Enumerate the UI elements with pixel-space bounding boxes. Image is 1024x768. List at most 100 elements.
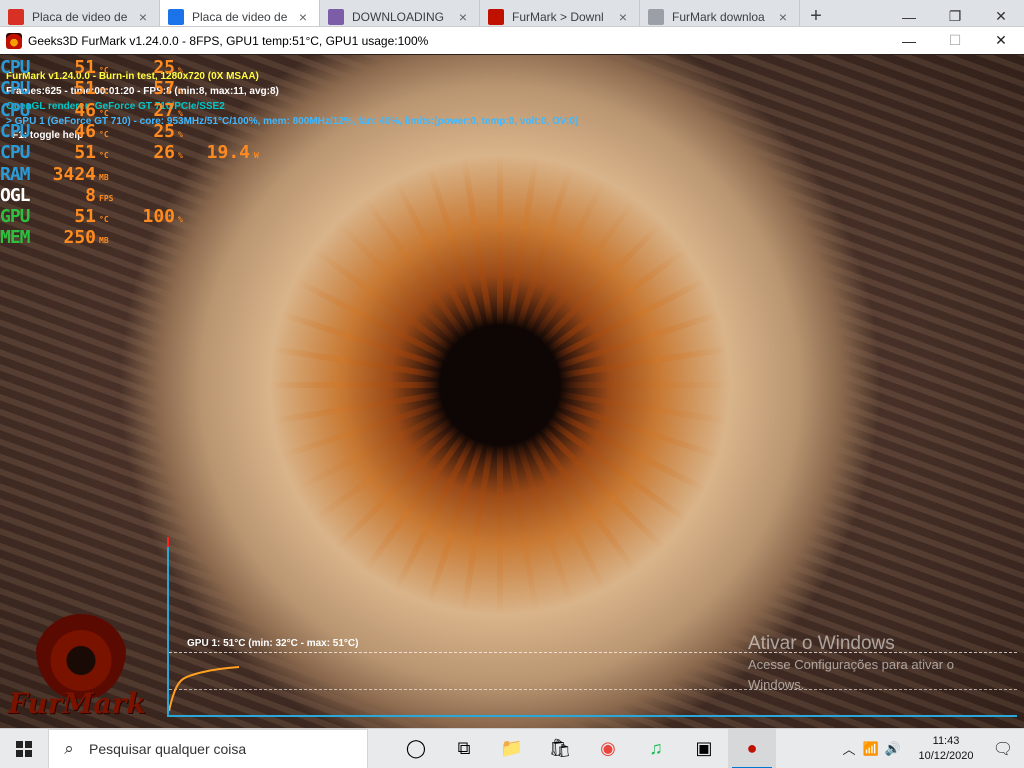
stat-unit: °C (99, 108, 109, 118)
stat-row: CPU 51 °C 57% (0, 78, 254, 99)
stat-value-secondary: 100 (142, 206, 175, 228)
music-app-icon[interactable]: ♫ (632, 729, 680, 768)
furmark-icon-glyph: ● (746, 738, 758, 758)
stat-value: 51 (74, 57, 96, 78)
system-tray: ︿ 📶 🔊 11:43 10/12/2020 🗨 (838, 729, 1024, 768)
tab-label: FurMark > Downl (512, 9, 604, 24)
tab-label: Placa de video de (32, 9, 128, 24)
cpu-app-icon[interactable]: ▣ (680, 729, 728, 768)
stat-value-secondary: 27 (153, 99, 175, 121)
tab-close-icon[interactable]: × (455, 9, 471, 25)
stat-label: OGL (0, 184, 31, 206)
stat-label: RAM (0, 163, 31, 185)
globe-icon (168, 8, 184, 25)
multitask-icon-glyph: ⧉ (457, 738, 471, 758)
stat-value-secondary: 25 (153, 120, 175, 142)
volume-icon[interactable]: 🔊 (882, 741, 904, 757)
stat-row: CPU 51 °C 26% 19.4 W (0, 142, 259, 163)
gmail-icon (8, 8, 24, 25)
multitask-icon[interactable]: ⧉ (440, 729, 488, 768)
store-icon-glyph: 🛍 (548, 738, 572, 758)
cpu-app-icon-glyph: ▣ (695, 738, 713, 758)
stat-row: CPU 46 °C 27% (0, 100, 254, 121)
stat-value-secondary: 26 (153, 142, 175, 164)
stat-unit: MB (99, 172, 109, 182)
window-close-button[interactable]: ✕ (978, 27, 1024, 55)
clock-time: 11:43 (932, 734, 960, 747)
fur-streak (270, 382, 500, 388)
stat-value-secondary: 25 (153, 57, 175, 78)
stat-value: 51 (74, 142, 96, 164)
task-view-icon[interactable]: ◯ (392, 729, 440, 768)
task-view-icon-glyph: ◯ (405, 738, 427, 758)
furmark-render-viewport[interactable]: FurMark v1.24.0.0 - Burn-in test, 1280x7… (0, 55, 1024, 728)
windows-taskbar: ⌕ Pesquisar qualquer coisa ◯ ⧉ 📁 🛍 ◉ ♫ ▣ ● ︿ 📶 … (0, 728, 1024, 768)
stat-value: 51 (74, 78, 96, 100)
stat-row: OGL 8 FPS (0, 185, 254, 206)
watermark-title: Ativar o Windows (748, 633, 895, 654)
tab-label: FurMark downloa (672, 9, 765, 24)
stat-value: 8 (85, 184, 96, 206)
tab-close-icon[interactable]: × (295, 9, 311, 25)
furmark-logo: FurMark (8, 585, 158, 725)
music-app-icon-glyph: ♫ (649, 738, 663, 758)
fur-streak (312, 382, 502, 523)
windows-logo-icon (16, 740, 32, 757)
stat-value: 3424 (52, 163, 96, 185)
store-icon[interactable]: 🛍 (536, 729, 584, 768)
stat-label: CPU (0, 99, 31, 121)
network-icon[interactable]: 📶 (860, 741, 882, 757)
file-explorer-icon[interactable]: 📁 (488, 729, 536, 768)
taskbar-clock[interactable]: 11:43 10/12/2020 (910, 734, 982, 764)
stat-label: CPU (0, 78, 31, 100)
notification-center-icon[interactable]: 🗨 (982, 729, 1024, 768)
tab-close-icon[interactable]: × (135, 9, 151, 25)
activate-windows-watermark: Ativar o Windows Acesse Configurações pa… (748, 633, 998, 695)
tab-close-icon[interactable]: × (775, 9, 791, 25)
chrome-icon[interactable]: ◉ (584, 729, 632, 768)
stat-unit: °C (99, 87, 109, 97)
furmark-icon (488, 8, 504, 25)
stat-row: CPU 46 °C 25% (0, 121, 254, 142)
stat-unit: °C (99, 151, 109, 161)
stat-row: GPU 51 °C 100% (0, 206, 254, 227)
stat-value: 46 (74, 120, 96, 142)
search-placeholder: Pesquisar qualquer coisa (89, 740, 247, 757)
stat-value: 250 (63, 227, 96, 249)
show-hidden-icons-icon[interactable]: ︿ (838, 739, 860, 758)
window-maximize-button[interactable]: ☐ (932, 27, 978, 55)
graph-x-axis (167, 715, 1017, 717)
window-minimize-button[interactable]: — (886, 27, 932, 55)
stat-unit: °C (99, 129, 109, 139)
watermark-subtitle: Acesse Configurações para ativar o Windo… (748, 657, 954, 692)
stat-unit: FPS (99, 193, 114, 203)
stat-unit-tertiary: W (254, 151, 259, 161)
stat-unit-secondary: % (178, 66, 183, 75)
furmark-logo-flame (36, 589, 126, 699)
fur-streak (498, 382, 688, 523)
furmark-app-icon (6, 32, 22, 49)
stat-unit-secondary: % (178, 87, 183, 97)
furmark-logo-text: FurMark (8, 687, 146, 720)
stat-value: 51 (74, 206, 96, 228)
loading-icon (648, 8, 664, 25)
chrome-icon-glyph: ◉ (600, 738, 616, 758)
stat-value-secondary: 57 (153, 78, 175, 100)
stat-row: MEM 250 MB (0, 227, 254, 248)
fur-streak (497, 197, 638, 387)
file-explorer-icon-glyph: 📁 (500, 738, 524, 758)
furmark-title-bar[interactable]: Geeks3D FurMark v1.24.0.0 - 8FPS, GPU1 t… (0, 26, 1024, 54)
furmark-icon[interactable]: ● (728, 728, 776, 768)
stat-row: CPU 51 °C 25% (0, 57, 254, 78)
clock-date: 10/12/2020 (918, 749, 974, 762)
stat-value: 46 (74, 99, 96, 121)
graph-label: GPU 1: 51°C (min: 32°C - max: 51°C) (187, 638, 359, 649)
stat-label: CPU (0, 57, 31, 78)
epic-icon (328, 8, 344, 25)
taskbar-search-box[interactable]: ⌕ Pesquisar qualquer coisa (48, 728, 368, 768)
stat-unit-secondary: % (178, 129, 183, 139)
temperature-curve (169, 666, 240, 712)
search-icon: ⌕ (64, 738, 74, 758)
tab-close-icon[interactable]: × (615, 9, 631, 25)
start-button[interactable] (0, 729, 48, 768)
